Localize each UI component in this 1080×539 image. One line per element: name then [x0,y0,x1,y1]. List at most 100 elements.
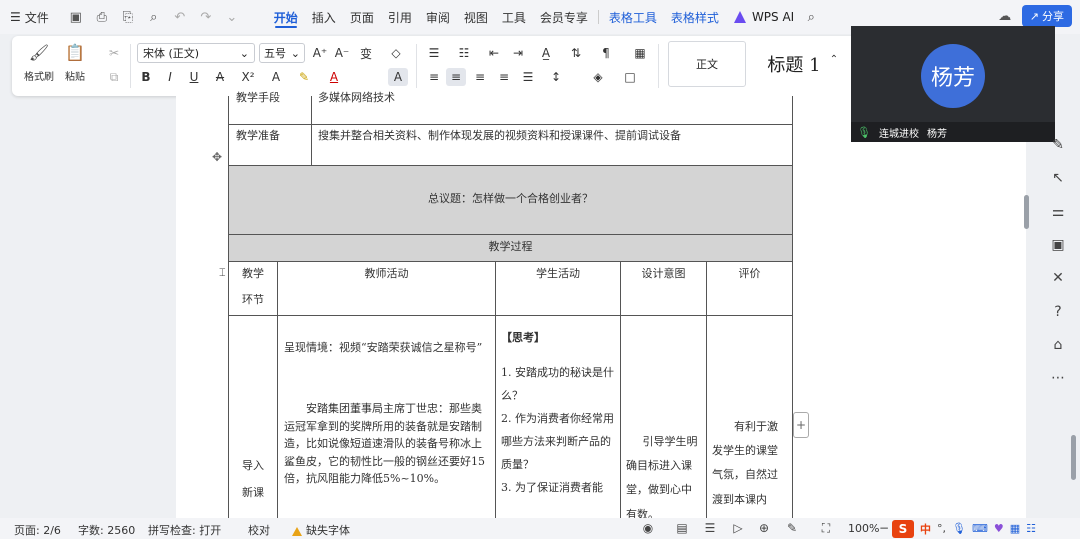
sidebar-scrollbar[interactable] [1071,435,1076,480]
student-title: 【思考】 [501,331,545,344]
cut-icon[interactable]: ✂ [104,44,124,62]
missing-font-button[interactable]: 缺失字体 [292,522,350,538]
table-divider [277,261,278,518]
show-marks-icon[interactable]: ¶ [596,44,616,62]
strikethrough-icon[interactable]: A [210,68,230,86]
align-right-icon[interactable]: ≡ [470,68,490,86]
save-icon[interactable]: ▣ [67,8,85,26]
distributed-icon[interactable]: ☰ [518,68,538,86]
highlight-icon[interactable]: ✎ [294,68,314,86]
grow-font-icon[interactable]: A⁺ [310,44,330,62]
shirt-icon[interactable]: ⌂ [1048,335,1068,355]
align-left-icon[interactable]: ≡ [424,68,444,86]
table-divider [311,96,312,165]
teacher-paragraph-2: 安踏集团董事局主席丁世忠：那些奥运冠军拿到的奖牌所用的装备就是安踏制造，比如说像… [284,402,485,486]
wps-ai-label: WPS AI [751,10,795,24]
border-icon[interactable]: □ [620,68,640,86]
more-dropdown-icon[interactable]: ⌄ [223,8,241,26]
row-select-icon[interactable]: ⌶ [219,266,226,280]
sort-icon[interactable]: ⇅ [566,44,586,62]
copy-icon[interactable]: ⧉ [104,68,124,86]
avatar: 杨芳 [921,44,985,108]
chinese-layout-icon[interactable]: A̲ [536,44,556,62]
zoom-level[interactable]: 100% [848,522,879,535]
tab-view[interactable]: 视图 [457,0,495,34]
input-method-bar[interactable]: S 中 °, 🎙 ⌨ ♥ ▦ ☷ [892,518,1036,539]
page-view-icon[interactable]: ▤ [674,520,690,536]
tab-insert[interactable]: 插入 [305,0,343,34]
search-icon[interactable]: ⌕ [802,8,820,26]
word-count[interactable]: 字数: 2560 [78,522,135,538]
shading-icon[interactable]: ◈ [588,68,608,86]
tab-member[interactable]: 会员专享 [533,0,595,34]
justify-icon[interactable]: ≡ [494,68,514,86]
fit-page-icon[interactable]: ⛶ [818,520,834,536]
share-button[interactable]: ↗ 分享 [1021,5,1072,27]
eye-protection-icon[interactable]: ◉ [640,520,656,536]
missing-font-label: 缺失字体 [306,524,350,537]
wps-ai-button[interactable]: WPS AI [726,10,802,24]
spell-check-status[interactable]: 拼写检查: 打开 [148,522,221,538]
proofread-button[interactable]: 校对 [248,522,270,538]
tools-icon[interactable]: ✕ [1048,268,1068,288]
superscript-icon[interactable]: X² [238,68,258,86]
styles-scroll-icon[interactable]: ⌃ [824,50,844,68]
tab-table-style[interactable]: 表格样式 [664,0,726,34]
help-icon[interactable]: ? [1048,302,1068,322]
italic-icon[interactable]: I [160,68,180,86]
align-center-icon[interactable]: ≡ [446,68,466,86]
char-shading-icon[interactable]: A [388,68,408,86]
video-call-panel[interactable]: 杨芳 🎙 连城进校 杨芳 [851,26,1055,142]
shrink-font-icon[interactable]: A⁻ [332,44,352,62]
font-size-select[interactable]: 五号 ⌄ [259,43,305,63]
tab-tools[interactable]: 工具 [495,0,533,34]
decrease-indent-icon[interactable]: ⇤ [484,44,504,62]
redo-icon[interactable]: ↷ [197,8,215,26]
add-column-button[interactable]: + [793,412,809,438]
export-pdf-icon[interactable]: ⎙ [93,8,111,26]
underline-icon[interactable]: U [184,68,204,86]
bullet-list-icon[interactable]: ☰ [424,44,444,62]
print-icon[interactable]: ⎘ [119,8,137,26]
numbered-list-icon[interactable]: ☷ [454,44,474,62]
bold-icon[interactable]: B [136,68,156,86]
adjust-icon[interactable]: ⚌ [1048,202,1068,222]
font-name-select[interactable]: 宋体 (正文) ⌄ [137,43,255,63]
write-mode-icon[interactable]: ✎ [784,520,800,536]
image-edit-icon[interactable]: ▣ [1048,235,1068,255]
play-icon[interactable]: ▷ [730,520,746,536]
vertical-scrollbar[interactable] [1024,195,1029,229]
page-indicator[interactable]: 页面: 2/6 [14,522,61,538]
tab-review[interactable]: 审阅 [419,0,457,34]
line-spacing-icon[interactable]: ↕ [546,68,566,86]
paste-button[interactable]: 📋 粘贴 [64,36,86,84]
format-painter-button[interactable]: 🖌 格式刷 [24,36,54,84]
tab-references[interactable]: 引用 [381,0,419,34]
zoom-out-icon[interactable]: − [876,520,892,536]
col-design: 设计意图 [641,267,686,280]
table-move-handle-icon[interactable]: ✥ [212,150,222,164]
file-menu-button[interactable]: ☰ 文件 [10,9,49,26]
print-preview-icon[interactable]: ⌕ [145,8,163,26]
increase-indent-icon[interactable]: ⇥ [508,44,528,62]
tab-table-tools[interactable]: 表格工具 [602,0,664,34]
clear-format-icon[interactable]: ◇ [386,44,406,62]
pen-icon[interactable]: ✎ [1048,135,1068,155]
select-cursor-icon[interactable]: ↖ [1048,168,1068,188]
undo-icon[interactable]: ↶ [171,8,189,26]
outline-view-icon[interactable]: ☰ [702,520,718,536]
cloud-sync-icon[interactable]: ☁ [996,7,1014,25]
teacher-paragraph-1: 呈现情境：视频“安踏荣获诚信之星称号” [284,341,483,354]
tab-page[interactable]: 页面 [343,0,381,34]
web-view-icon[interactable]: ⊕ [756,520,772,536]
ime-skin-icon: ♥ [993,522,1004,535]
text-effect-icon[interactable]: A [266,68,286,86]
tab-home[interactable]: 开始 [267,0,305,34]
font-color-icon[interactable]: A [324,68,344,86]
phonetic-guide-icon[interactable]: 变 [356,44,376,62]
table-borders-icon[interactable]: ▦ [630,44,650,62]
style-normal-button[interactable]: 正文 [668,41,746,87]
more-icon[interactable]: ⋯ [1048,368,1068,388]
chevron-down-icon: ⌄ [239,46,249,60]
topic-text: 总议题：怎样做一个合格创业者？ [428,192,593,205]
